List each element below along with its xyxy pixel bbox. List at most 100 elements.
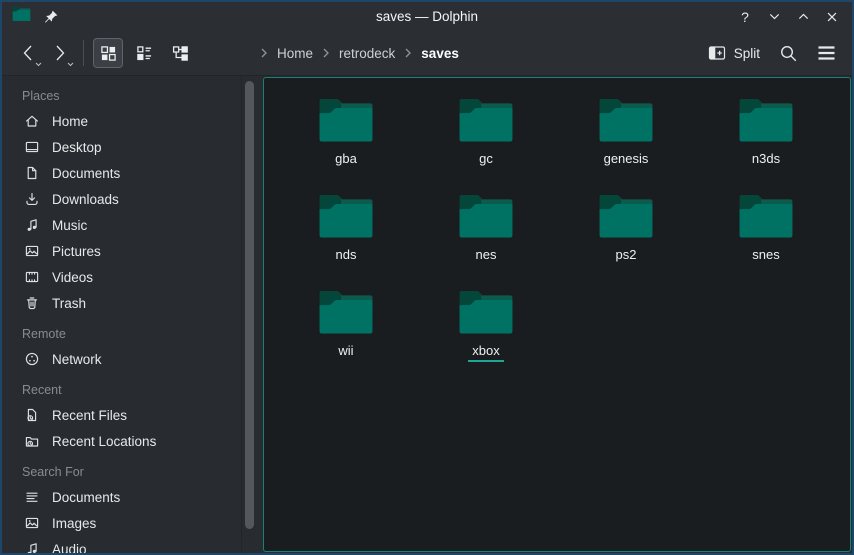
image-icon <box>24 243 40 259</box>
music-icon <box>24 541 40 553</box>
folder-label: snes <box>748 247 783 266</box>
folder-label: ps2 <box>612 247 641 266</box>
folder-item-nes[interactable]: nes <box>416 193 556 289</box>
music-icon <box>24 217 40 233</box>
sidebar-item-label: Pictures <box>52 244 101 259</box>
toolbar: Home retrodeck saves Split <box>2 31 852 76</box>
breadcrumb: Home retrodeck saves <box>260 31 459 75</box>
help-button[interactable]: ? <box>735 7 755 27</box>
minimize-button[interactable] <box>764 7 784 27</box>
hamburger-menu-icon[interactable] <box>812 39 840 67</box>
breadcrumb-item-Home[interactable]: Home <box>277 46 313 61</box>
icons-view-button[interactable] <box>93 38 123 68</box>
home-icon <box>24 113 40 129</box>
sidebar-item-recent-files[interactable]: Recent Files <box>2 402 241 428</box>
chevron-right-icon <box>322 48 330 58</box>
sidebar-section-header: Places <box>2 84 241 108</box>
sidebar-item-home[interactable]: Home <box>2 108 241 134</box>
sidebar-item-label: Recent Files <box>52 408 127 423</box>
folder-icon <box>597 97 655 144</box>
folder-label: gba <box>331 151 361 170</box>
folder-icon <box>317 97 375 144</box>
folder-label: wii <box>334 343 357 362</box>
sidebar-item-documents[interactable]: Documents <box>2 160 241 186</box>
sidebar-section-header: Recent <box>2 378 241 402</box>
close-button[interactable] <box>822 7 842 27</box>
folder-item-n3ds[interactable]: n3ds <box>696 97 836 193</box>
sidebar-item-label: Documents <box>52 490 120 505</box>
sidebar-item-trash[interactable]: Trash <box>2 290 241 316</box>
split-button[interactable]: Split <box>708 44 760 62</box>
dolphin-window: saves — Dolphin ? <box>0 0 854 555</box>
pin-icon[interactable] <box>41 7 61 27</box>
sidebar-item-documents[interactable]: Documents <box>2 484 241 510</box>
search-icon[interactable] <box>774 39 802 67</box>
text-lines-icon <box>24 489 40 505</box>
sidebar-section-header: Search For <box>2 460 241 484</box>
content-area: PlacesHome Desktop Documents Downloads Music… <box>2 76 852 553</box>
folder-item-genesis[interactable]: genesis <box>556 97 696 193</box>
sidebar-item-label: Music <box>52 218 87 233</box>
sidebar-item-videos[interactable]: Videos <box>2 264 241 290</box>
breadcrumb-item-retrodeck[interactable]: retrodeck <box>339 46 395 61</box>
folder-label: nes <box>472 247 501 266</box>
document-icon <box>24 165 40 181</box>
sidebar-item-desktop[interactable]: Desktop <box>2 134 241 160</box>
sidebar-section-header: Remote <box>2 322 241 346</box>
recent-file-icon <box>24 407 40 423</box>
sidebar-item-downloads[interactable]: Downloads <box>2 186 241 212</box>
back-button[interactable] <box>14 37 42 69</box>
breadcrumb-item-saves[interactable]: saves <box>421 46 459 61</box>
folder-icon <box>457 289 515 336</box>
sidebar-item-label: Audio <box>52 542 87 554</box>
chevron-right-icon <box>260 48 268 58</box>
places-panel: PlacesHome Desktop Documents Downloads Music… <box>2 76 242 553</box>
sidebar-item-label: Downloads <box>52 192 119 207</box>
video-icon <box>24 269 40 285</box>
sidebar-item-label: Network <box>52 352 102 367</box>
folder-item-gc[interactable]: gc <box>416 97 556 193</box>
sidebar-item-audio[interactable]: Audio <box>2 536 241 553</box>
folder-label: nds <box>332 247 361 266</box>
sidebar-item-label: Videos <box>52 270 93 285</box>
folder-icon <box>737 97 795 144</box>
sidebar-item-pictures[interactable]: Pictures <box>2 238 241 264</box>
sidebar-item-label: Images <box>52 516 96 531</box>
sidebar-item-recent-locations[interactable]: Recent Locations <box>2 428 241 454</box>
folder-item-xbox[interactable]: xbox <box>416 289 556 385</box>
sidebar-item-music[interactable]: Music <box>2 212 241 238</box>
sidebar-item-label: Desktop <box>52 140 102 155</box>
folder-icon <box>457 97 515 144</box>
folder-item-gba[interactable]: gba <box>276 97 416 193</box>
sidebar-item-label: Recent Locations <box>52 434 156 449</box>
folder-icon <box>457 193 515 240</box>
sidebar-item-network[interactable]: Network <box>2 346 241 372</box>
folder-item-snes[interactable]: snes <box>696 193 836 289</box>
folder-label: xbox <box>468 343 503 362</box>
recent-folder-icon <box>24 433 40 449</box>
toolbar-separator <box>83 40 84 66</box>
folder-item-wii[interactable]: wii <box>276 289 416 385</box>
folder-label: genesis <box>600 151 653 170</box>
forward-button[interactable] <box>46 37 74 69</box>
folder-icon <box>317 289 375 336</box>
folder-label: gc <box>475 151 497 170</box>
compact-view-button[interactable] <box>129 38 159 68</box>
folder-icon <box>597 193 655 240</box>
tree-view-button[interactable] <box>165 38 195 68</box>
folder-icon <box>737 193 795 240</box>
folder-icon <box>12 6 31 22</box>
folder-view[interactable]: gba gc genesis n3ds nds nes ps2 snes wii… <box>263 77 851 552</box>
folder-grid: gba gc genesis n3ds nds nes ps2 snes wii… <box>264 78 850 385</box>
network-icon <box>24 351 40 367</box>
folder-label: n3ds <box>748 151 784 170</box>
maximize-button[interactable] <box>793 7 813 27</box>
folder-item-ps2[interactable]: ps2 <box>556 193 696 289</box>
sidebar-scrollbar[interactable] <box>245 81 254 529</box>
window-title: saves — Dolphin <box>376 9 478 24</box>
sidebar-item-label: Documents <box>52 166 120 181</box>
split-button-label: Split <box>734 46 760 61</box>
download-icon <box>24 191 40 207</box>
sidebar-item-images[interactable]: Images <box>2 510 241 536</box>
folder-item-nds[interactable]: nds <box>276 193 416 289</box>
